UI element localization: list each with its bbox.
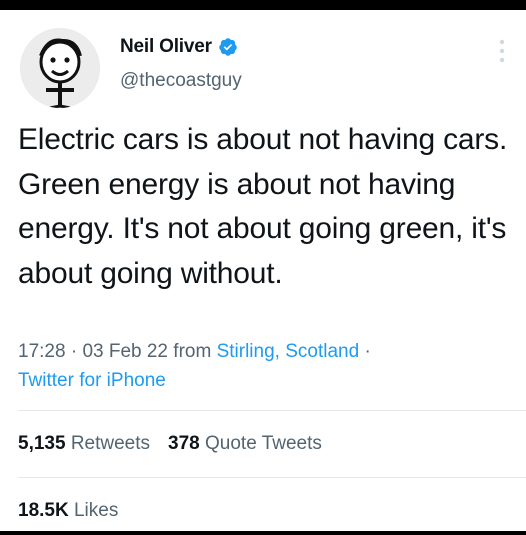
tweet-date[interactable]: 03 Feb 22 bbox=[82, 341, 168, 362]
sketch-face-avatar-icon bbox=[20, 28, 100, 108]
quote-tweets-count: 378 bbox=[168, 433, 200, 454]
retweets-stat[interactable]: 5,135 Retweets bbox=[18, 433, 150, 454]
bottom-border bbox=[0, 531, 526, 535]
quote-tweets-label: Quote Tweets bbox=[205, 433, 322, 454]
likes-row: 18.5K Likes bbox=[18, 500, 118, 522]
from-label: from bbox=[173, 341, 212, 362]
more-options-icon[interactable] bbox=[498, 38, 506, 64]
top-border bbox=[0, 0, 526, 10]
retweets-count: 5,135 bbox=[18, 433, 66, 454]
tweet-time[interactable]: 17:28 bbox=[18, 341, 66, 362]
tweet-text: Electric cars is about not having cars. … bbox=[18, 123, 508, 290]
divider bbox=[18, 410, 526, 411]
separator: · bbox=[364, 341, 371, 362]
tweet-metadata: 17:28 · 03 Feb 22 from Stirling, Scotlan… bbox=[18, 337, 513, 395]
separator: · bbox=[70, 341, 78, 362]
likes-count: 18.5K bbox=[18, 500, 69, 521]
retweets-label: Retweets bbox=[70, 433, 151, 454]
display-name[interactable]: Neil Oliver bbox=[120, 36, 212, 58]
avatar[interactable] bbox=[20, 28, 100, 108]
display-name-row[interactable]: Neil Oliver bbox=[120, 36, 238, 58]
likes-stat[interactable]: 18.5K Likes bbox=[18, 500, 118, 521]
source-link[interactable]: Twitter for iPhone bbox=[18, 370, 166, 391]
engagement-row: 5,135 Retweets 378 Quote Tweets bbox=[18, 433, 322, 455]
user-handle[interactable]: @thecoastguy bbox=[120, 70, 242, 92]
quote-tweets-stat[interactable]: 378 Quote Tweets bbox=[168, 433, 322, 454]
location-link[interactable]: Stirling, Scotland bbox=[217, 341, 360, 362]
likes-label: Likes bbox=[73, 500, 119, 521]
verified-badge-icon bbox=[219, 38, 237, 56]
divider bbox=[18, 477, 526, 478]
